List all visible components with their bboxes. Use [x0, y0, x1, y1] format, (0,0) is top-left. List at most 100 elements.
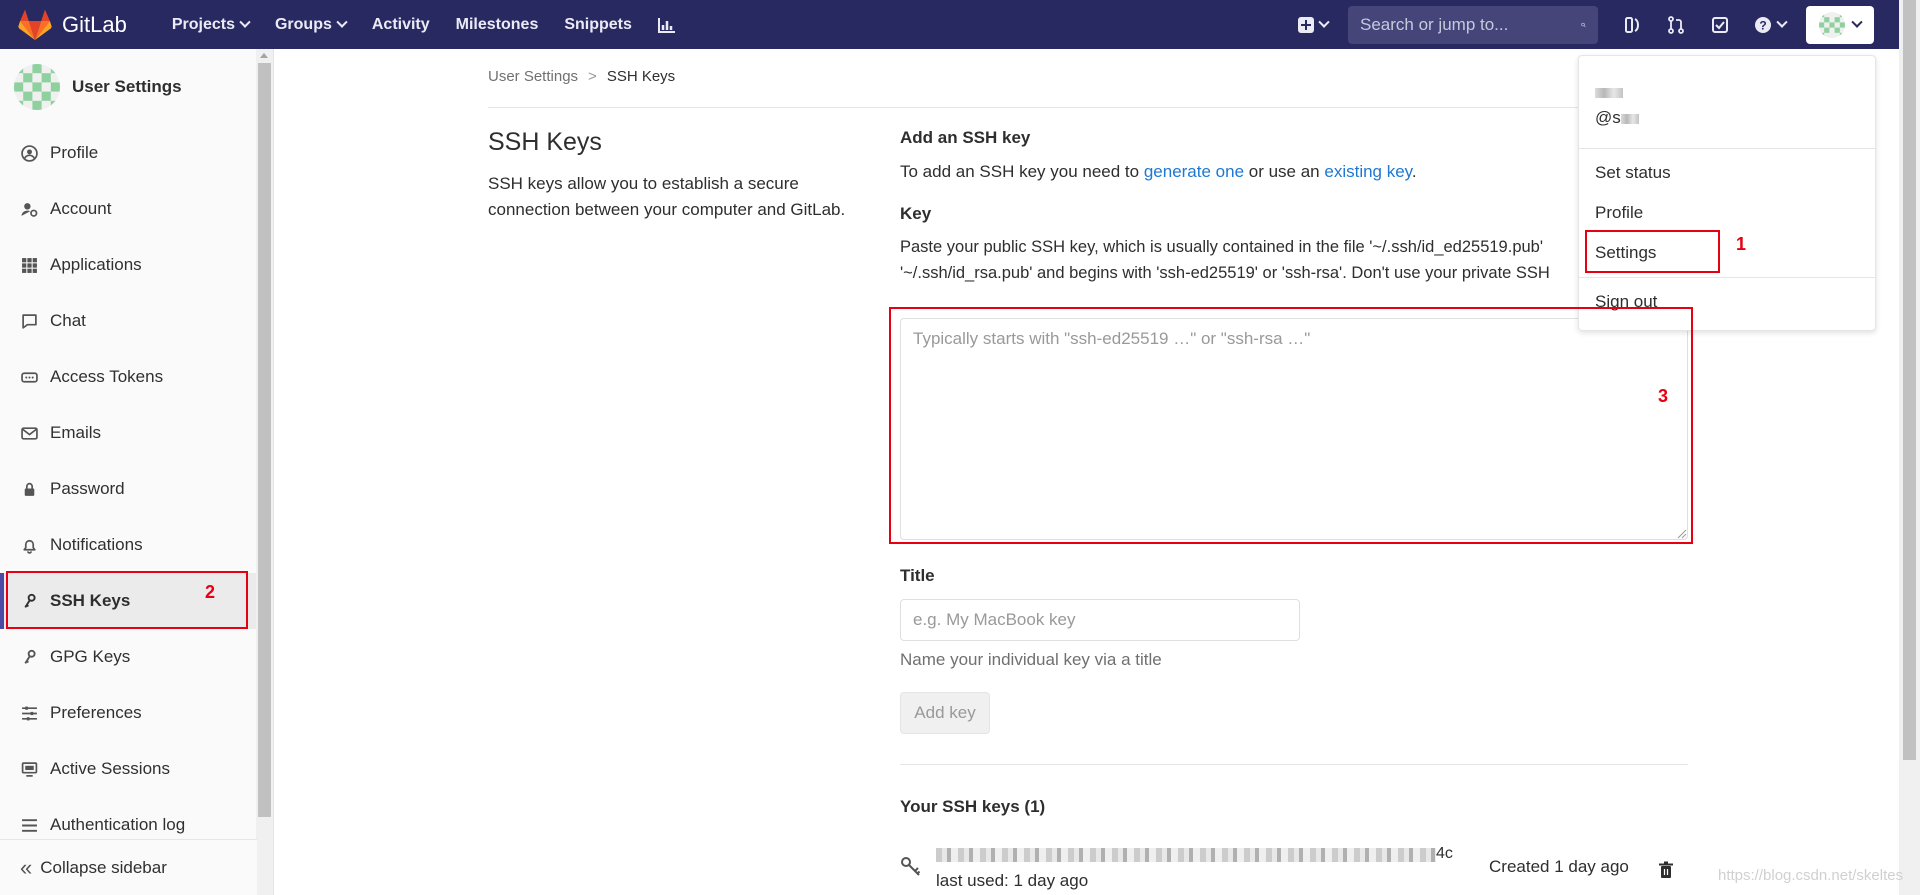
nav-activity-label: Activity: [371, 15, 430, 33]
issues-button[interactable]: [1612, 7, 1652, 43]
sidebar-item-applications[interactable]: Applications: [0, 237, 257, 293]
gitlab-home-link[interactable]: GitLab: [18, 0, 127, 49]
sidebar-item-label: Active Sessions: [50, 759, 170, 778]
sidebar-item-profile[interactable]: Profile: [0, 125, 257, 181]
nav-analytics[interactable]: [645, 0, 689, 49]
add-key-button[interactable]: Add key: [900, 692, 990, 734]
top-navbar: GitLab Projects Groups Activity Mileston…: [0, 0, 1920, 49]
dropdown-set-status[interactable]: Set status: [1579, 153, 1875, 193]
intro-text: or use an: [1244, 162, 1325, 181]
dropdown-username: @s: [1595, 108, 1859, 128]
annotation-number-3: 3: [1658, 386, 1669, 406]
nav-milestones[interactable]: Milestones: [443, 0, 552, 49]
scroll-up-arrow-icon[interactable]: [260, 53, 268, 58]
generate-one-link[interactable]: generate one: [1144, 162, 1244, 181]
help-button[interactable]: ?: [1744, 7, 1796, 43]
page-scrollbar[interactable]: [1899, 0, 1920, 895]
title-input[interactable]: [900, 599, 1300, 641]
sidebar-item-preferences[interactable]: Preferences: [0, 685, 257, 741]
sidebar-scroll-thumb[interactable]: [258, 63, 271, 817]
ssh-keys-list-heading: Your SSH keys (1): [900, 797, 1046, 816]
sidebar-title: User Settings: [72, 77, 182, 96]
nav-groups[interactable]: Groups: [262, 0, 359, 49]
existing-key-link[interactable]: existing key: [1324, 162, 1412, 181]
double-chevron-left-icon: «: [20, 854, 32, 880]
sidebar-item-label: Account: [50, 199, 112, 218]
collapse-sidebar-button[interactable]: « Collapse sidebar: [0, 839, 257, 895]
key-icon: [901, 857, 921, 876]
divider: [488, 107, 1688, 108]
resize-grip-icon[interactable]: [1677, 529, 1687, 539]
sidebar-item-label: Applications: [50, 255, 142, 274]
sidebar-item-label: Emails: [50, 423, 102, 442]
form-intro: To add an SSH key you need to generate o…: [900, 162, 1688, 182]
sidebar-item-label: Chat: [50, 311, 86, 330]
sidebar-item-gpg-keys[interactable]: GPG Keys: [0, 629, 257, 685]
sidebar-item-ssh-keys[interactable]: SSH Keys: [0, 573, 257, 629]
merge-requests-button[interactable]: [1656, 7, 1696, 43]
sidebar-item-access-tokens[interactable]: Access Tokens: [0, 349, 257, 405]
merge-request-icon: [1668, 15, 1684, 34]
email-icon: [20, 424, 38, 442]
sidebar-item-label: Password: [50, 479, 125, 498]
chevron-down-icon: [1851, 16, 1863, 28]
chevron-down-icon: [336, 16, 348, 28]
chart-icon: [657, 17, 675, 33]
user-avatar-button[interactable]: [1806, 5, 1874, 44]
key-help-line-1: Paste your public SSH key, which is usua…: [900, 238, 1544, 256]
dropdown-sign-out[interactable]: Sign out: [1579, 282, 1875, 322]
breadcrumb-current[interactable]: SSH Keys: [607, 68, 675, 85]
bell-icon: [20, 536, 38, 554]
breadcrumb-parent[interactable]: User Settings: [488, 68, 578, 85]
sidebar-item-label: Access Tokens: [50, 367, 164, 386]
intro-text: .: [1411, 162, 1417, 181]
nav-projects[interactable]: Projects: [159, 0, 262, 49]
trash-icon[interactable]: [1658, 861, 1674, 879]
issues-icon: [1625, 16, 1640, 33]
section-intro: SSH Keys SSH keys allow you to establish…: [488, 128, 868, 223]
applications-icon: [20, 256, 38, 274]
ssh-key-fingerprint[interactable]: 4c: [936, 845, 1456, 865]
nav-snippets[interactable]: Snippets: [551, 0, 645, 49]
key-last-used: last used: 1 day ago: [936, 871, 1089, 890]
sidebar-item-emails[interactable]: Emails: [0, 405, 257, 461]
nav-activity[interactable]: Activity: [359, 0, 443, 49]
page-scroll-thumb[interactable]: [1903, 0, 1916, 760]
username-text: @s: [1595, 108, 1621, 127]
sidebar-item-account[interactable]: Account: [0, 181, 257, 237]
nav-snippets-label: Snippets: [564, 15, 632, 33]
add-ssh-key-form: Add an SSH key To add an SSH key you nee…: [900, 128, 1688, 286]
fingerprint-suffix: 4c: [1436, 845, 1453, 862]
sidebar-item-password[interactable]: Password: [0, 461, 257, 517]
key-icon: [20, 648, 38, 666]
chat-icon: [20, 312, 38, 330]
new-item-button[interactable]: [1288, 7, 1338, 43]
sidebar-item-label: Profile: [50, 143, 99, 162]
dropdown-settings[interactable]: Settings: [1579, 233, 1875, 273]
sidebar-item-notifications[interactable]: Notifications: [0, 517, 257, 573]
plus-square-icon: [1298, 16, 1314, 33]
todos-button[interactable]: [1700, 7, 1740, 43]
dropdown-profile[interactable]: Profile: [1579, 193, 1875, 233]
annotation-number-1: 1: [1736, 234, 1747, 254]
sidebar-scrollbar[interactable]: [256, 49, 273, 895]
chevron-down-icon: [1318, 16, 1330, 28]
search-box[interactable]: [1348, 5, 1598, 44]
list-icon: [20, 816, 38, 834]
breadcrumb: User Settings > SSH Keys: [488, 68, 675, 85]
divider: [1579, 148, 1875, 149]
sidebar-header[interactable]: User Settings: [0, 49, 273, 125]
gitlab-logo-icon: [18, 9, 52, 40]
page-title: SSH Keys: [488, 128, 602, 156]
chevron-down-icon: [239, 16, 251, 28]
ssh-key-textarea[interactable]: [900, 318, 1688, 540]
nav-projects-label: Projects: [171, 15, 235, 33]
svg-text:?: ?: [1759, 18, 1766, 32]
redacted-fingerprint: [936, 848, 1436, 862]
sidebar-item-active-sessions[interactable]: Active Sessions: [0, 741, 257, 797]
account-icon: [20, 200, 38, 218]
sidebar-item-chat[interactable]: Chat: [0, 293, 257, 349]
user-dropdown-menu: @s Set status Profile Settings Sign out: [1578, 55, 1876, 331]
sidebar-item-label: Preferences: [50, 703, 142, 722]
search-input[interactable]: [1360, 14, 1581, 35]
